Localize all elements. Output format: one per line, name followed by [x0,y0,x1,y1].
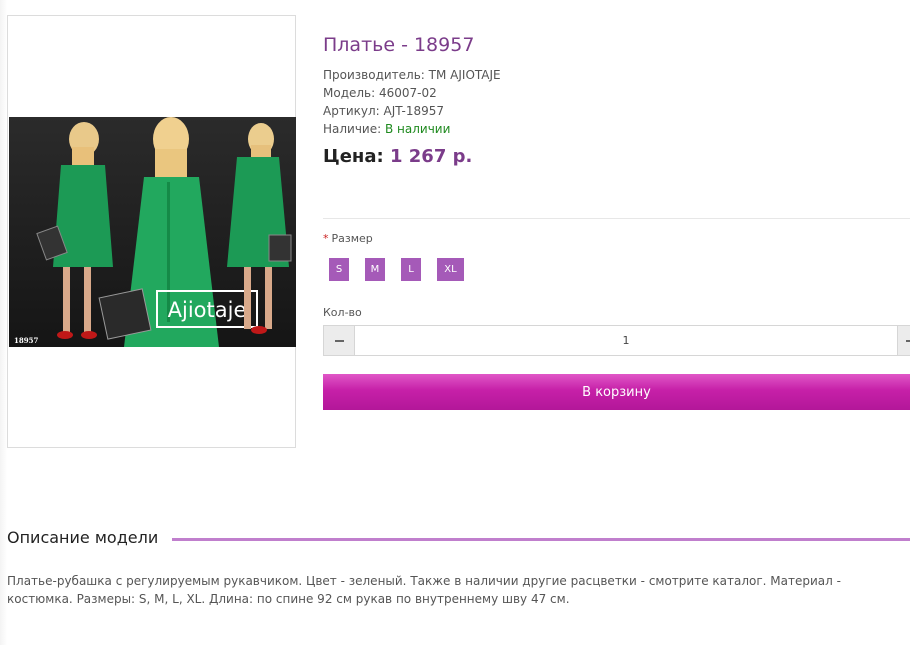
spec-article-label: Артикул: [323,104,380,118]
spec-model-value: 46007-02 [379,86,437,100]
quantity-increase-button[interactable] [897,326,910,355]
minus-icon [334,339,344,342]
spec-article: Артикул: AJT-18957 [323,104,444,118]
quantity-stepper [323,325,910,356]
product-code-text: 18957 [14,336,38,345]
quantity-input[interactable] [355,326,897,355]
spec-manufacturer-value: TM AJIOTAJE [428,68,501,82]
spec-model: Модель: 46007-02 [323,86,437,100]
price-block: Цена: 1 267 р. [323,146,472,167]
add-to-cart-button[interactable]: В корзину [323,374,910,410]
availability-status: В наличии [385,122,451,136]
product-photo[interactable]: Ajiotaje 18957 [9,117,296,347]
divider [323,218,910,219]
spec-model-label: Модель: [323,86,376,100]
quantity-label: Кол-во [323,306,362,319]
required-mark: * [323,232,329,245]
spec-manufacturer-label: Производитель: [323,68,425,82]
product-title: Платье - 18957 [323,34,475,56]
price-label: Цена: [323,146,384,167]
spec-manufacturer: Производитель: TM AJIOTAJE [323,68,501,82]
description-text: Платье-рубашка с регулируемым рукавчиком… [7,574,841,606]
product-photo-illustration: Ajiotaje 18957 [9,117,296,347]
size-options: S M L XL [329,258,464,281]
size-option-label: * Размер [323,232,373,245]
description-title-rule [172,538,910,541]
size-option-l[interactable]: L [401,258,421,281]
size-option-s[interactable]: S [329,258,349,281]
spec-article-value: AJT-18957 [383,104,444,118]
spec-availability-label: Наличие: [323,122,382,136]
size-label-text: Размер [331,232,373,245]
size-option-m[interactable]: M [365,258,385,281]
product-image-frame[interactable]: Ajiotaje 18957 [7,15,296,448]
plus-icon [906,340,910,342]
description-title: Описание модели [7,528,169,547]
price-value: 1 267 р. [389,146,473,167]
quantity-decrease-button[interactable] [324,326,355,355]
brand-watermark-text: Ajiotaje [168,298,247,322]
spec-availability: Наличие: В наличии [323,122,450,136]
left-edge-shadow [0,0,7,645]
size-option-xl[interactable]: XL [437,258,464,281]
